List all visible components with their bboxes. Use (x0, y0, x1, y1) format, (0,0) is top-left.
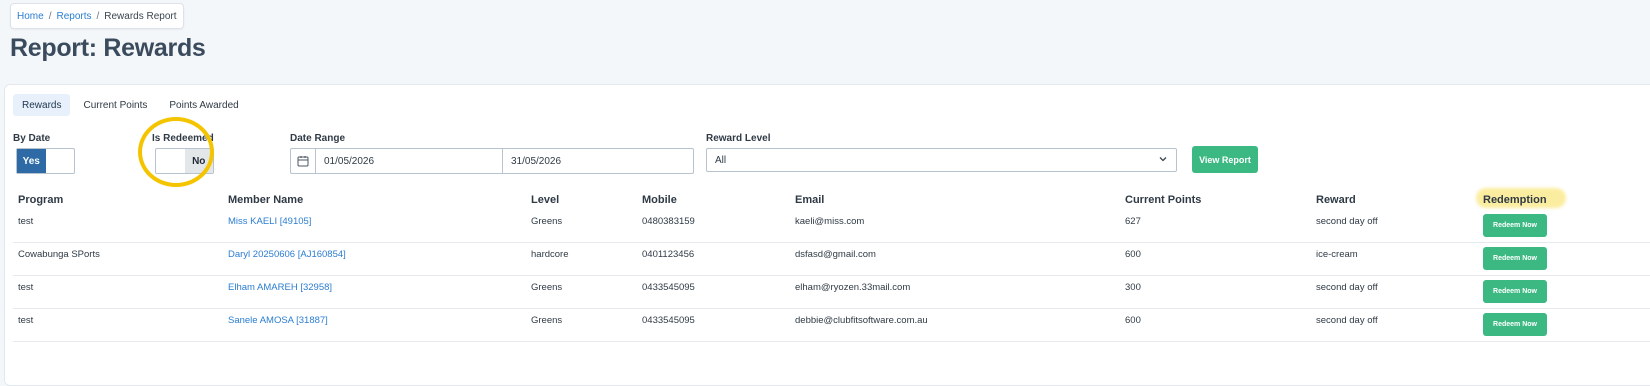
tab-points-awarded[interactable]: Points Awarded (160, 94, 247, 116)
header-level: Level (531, 194, 560, 206)
breadcrumb-home-link[interactable]: Home (17, 11, 44, 22)
cell-mobile: 0401123456 (642, 249, 695, 260)
by-date-empty-option[interactable] (46, 149, 75, 173)
header-current-points: Current Points (1125, 194, 1202, 206)
cell-member-link[interactable]: Miss KAELI [49105] (228, 216, 311, 227)
cell-reward: second day off (1316, 282, 1378, 293)
date-to-input[interactable] (503, 149, 693, 173)
by-date-label: By Date (13, 133, 51, 144)
redeem-now-button[interactable]: Redeem Now (1483, 247, 1547, 270)
by-date-toggle[interactable]: Yes (16, 148, 75, 174)
cell-email: kaeli@miss.com (795, 216, 865, 227)
row-divider (13, 242, 1650, 243)
header-redemption: Redemption (1483, 194, 1547, 206)
breadcrumb-separator: / (96, 10, 100, 22)
by-date-yes-option[interactable]: Yes (17, 149, 46, 173)
header-program: Program (18, 194, 64, 206)
breadcrumb: Home / Reports / Rewards Report (10, 3, 184, 29)
redeem-now-button[interactable]: Redeem Now (1483, 313, 1547, 336)
header-email: Email (795, 194, 825, 206)
cell-program: Cowabunga SPorts (18, 249, 100, 260)
breadcrumb-separator: / (48, 10, 52, 22)
tab-current-points[interactable]: Current Points (74, 94, 156, 116)
report-tabs: Rewards Current Points Points Awarded (13, 94, 248, 116)
cell-current-points: 600 (1125, 315, 1141, 326)
cell-member-link[interactable]: Sanele AMOSA [31887] (228, 315, 328, 326)
cell-current-points: 600 (1125, 249, 1141, 260)
cell-member-link[interactable]: Elham AMAREH [32958] (228, 282, 332, 293)
is-redeemed-label: Is Redeemed (152, 133, 214, 144)
date-from-input[interactable] (316, 149, 503, 173)
tab-rewards[interactable]: Rewards (13, 94, 71, 116)
cell-level: Greens (531, 282, 563, 293)
cell-program: test (18, 315, 34, 326)
redeem-now-button[interactable]: Redeem Now (1483, 214, 1547, 237)
cell-current-points: 300 (1125, 282, 1141, 293)
cell-reward: second day off (1316, 216, 1378, 227)
cell-email: debbie@clubfitsoftware.com.au (795, 315, 928, 326)
reward-level-value: All (715, 154, 727, 166)
page-title: Report: Rewards (10, 34, 206, 62)
chevron-down-icon (1158, 154, 1168, 167)
cell-reward: second day off (1316, 315, 1378, 326)
is-redeemed-no-option[interactable]: No (184, 149, 213, 173)
cell-member-link[interactable]: Daryl 20250606 [AJ160854] (228, 249, 346, 260)
cell-program: test (18, 282, 34, 293)
header-reward: Reward (1316, 194, 1356, 206)
reward-level-select[interactable]: All (706, 148, 1177, 172)
date-range-label: Date Range (290, 133, 346, 144)
cell-email: dsfasd@gmail.com (795, 249, 876, 260)
cell-reward: ice-cream (1316, 249, 1358, 260)
redeem-now-button[interactable]: Redeem Now (1483, 280, 1547, 303)
reward-level-label: Reward Level (706, 133, 771, 144)
header-mobile: Mobile (642, 194, 677, 206)
calendar-icon[interactable] (291, 149, 316, 173)
cell-mobile: 0480383159 (642, 216, 695, 227)
cell-level: Greens (531, 216, 563, 227)
view-report-button[interactable]: View Report (1192, 146, 1258, 173)
cell-level: hardcore (531, 249, 569, 260)
row-divider (13, 308, 1650, 309)
breadcrumb-current: Rewards Report (104, 10, 177, 22)
cell-program: test (18, 216, 34, 227)
date-range-field (290, 148, 694, 174)
cell-current-points: 627 (1125, 216, 1141, 227)
is-redeemed-toggle[interactable]: No (155, 148, 214, 174)
cell-mobile: 0433545095 (642, 282, 695, 293)
header-member-name: Member Name (228, 194, 304, 206)
breadcrumb-reports-link[interactable]: Reports (56, 11, 91, 22)
row-divider (13, 341, 1650, 342)
cell-mobile: 0433545095 (642, 315, 695, 326)
cell-email: elham@ryozen.33mail.com (795, 282, 911, 293)
is-redeemed-empty-option[interactable] (156, 149, 185, 173)
cell-level: Greens (531, 315, 563, 326)
row-divider (13, 275, 1650, 276)
